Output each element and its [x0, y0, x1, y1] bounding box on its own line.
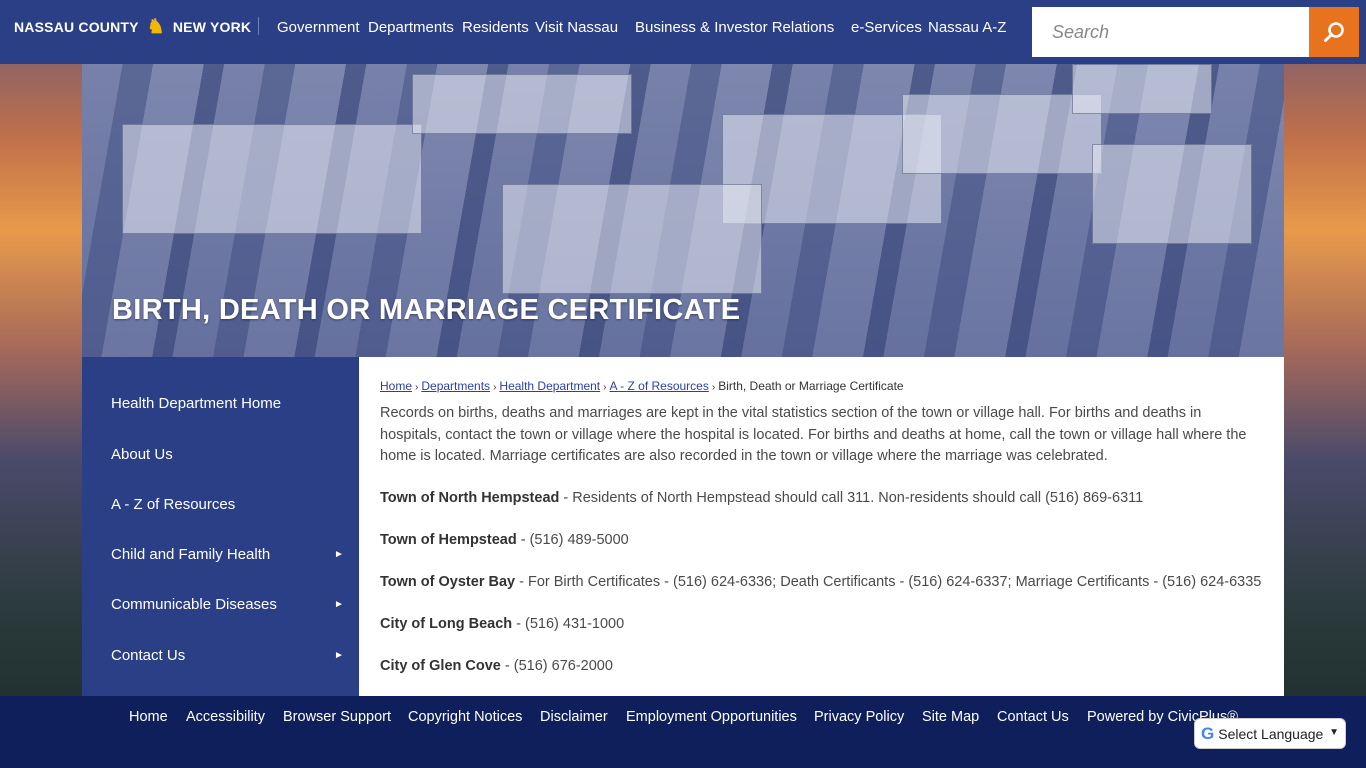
sidebar-item-communicable-diseases[interactable]: Communicable Diseases ►: [82, 579, 359, 629]
breadcrumb-separator: ›: [711, 382, 716, 393]
footer-link-home[interactable]: Home: [129, 709, 168, 725]
entry-name: Town of Oyster Bay: [380, 573, 516, 590]
google-g-icon: G: [1201, 723, 1215, 743]
submenu-arrow-icon[interactable]: ►: [334, 549, 344, 560]
language-select-label: Select Language: [1218, 725, 1324, 742]
top-navigation-bar: NASSAU COUNTY ♞ NEW YORK Government Depa…: [0, 0, 1366, 64]
hero-building: [1072, 64, 1212, 114]
chevron-down-icon: ▼: [1329, 727, 1339, 738]
hero-building: [412, 74, 632, 134]
footer: Home Accessibility Browser Support Copyr…: [0, 696, 1366, 768]
entry-name: City of Glen Cove: [380, 657, 501, 674]
breadcrumb-separator: ›: [603, 382, 607, 393]
lion-crest-icon: ♞: [146, 16, 165, 38]
entry-detail: - (516) 676-2000: [500, 657, 613, 674]
hero-building: [1092, 144, 1252, 244]
logo-text-right: NEW YORK: [172, 19, 252, 35]
logo-divider: [258, 17, 259, 35]
sidebar-item-label: Child and Family Health: [111, 545, 271, 563]
breadcrumb-separator: ›: [493, 382, 497, 393]
nav-nassau-a-z[interactable]: Nassau A-Z: [928, 19, 1006, 36]
search-button[interactable]: [1309, 7, 1359, 57]
footer-link-copyright-notices[interactable]: Copyright Notices: [408, 709, 522, 725]
sidebar-item-label: Health Department Home: [111, 394, 282, 412]
entry-name: City of Long Beach: [380, 615, 513, 632]
footer-link-employment-opportunities[interactable]: Employment Opportunities: [626, 709, 797, 725]
sidebar-item-label: About Us: [111, 445, 173, 463]
nav-government[interactable]: Government: [277, 19, 360, 36]
breadcrumb-health-department[interactable]: Health Department: [499, 379, 600, 393]
logo-text-left: NASSAU COUNTY: [14, 19, 139, 35]
nassau-county-logo[interactable]: NASSAU COUNTY ♞ NEW YORK: [14, 16, 259, 38]
sidebar-item-health-department-home[interactable]: Health Department Home: [82, 378, 359, 428]
nav-residents[interactable]: Residents: [462, 19, 529, 36]
entry-detail: - Residents of North Hempstead should ca…: [559, 489, 1144, 506]
breadcrumb-home[interactable]: Home: [380, 379, 412, 393]
footer-link-accessibility[interactable]: Accessibility: [186, 709, 265, 725]
footer-link-site-map[interactable]: Site Map: [922, 709, 979, 725]
sidebar-item-contact-us[interactable]: Contact Us ►: [82, 630, 359, 680]
breadcrumb-departments[interactable]: Departments: [421, 379, 490, 393]
footer-link-browser-support[interactable]: Browser Support: [283, 709, 391, 725]
entry-name: Town of North Hempstead: [380, 489, 560, 506]
entry-detail: - (516) 489-5000: [516, 531, 629, 548]
contact-entry: Town of North Hempstead - Residents of N…: [380, 488, 1263, 509]
language-select[interactable]: G Select Language ▼: [1194, 718, 1346, 749]
main-content: Home › Departments › Health Department › A - Z…: [359, 357, 1284, 696]
entry-name: Town of Hempstead: [380, 531, 517, 548]
footer-link-contact-us[interactable]: Contact Us: [997, 709, 1069, 725]
nav-departments[interactable]: Departments: [368, 19, 454, 36]
breadcrumb-separator: ›: [415, 382, 419, 393]
footer-link-privacy-policy[interactable]: Privacy Policy: [814, 709, 904, 725]
contact-entry: Town of Hempstead - (516) 489-5000: [380, 530, 1263, 551]
contact-entry: City of Long Beach - (516) 431-1000: [380, 614, 1263, 635]
sidebar-item-label: A - Z of Resources: [111, 495, 236, 513]
nav-business-investor-relations[interactable]: Business & Investor Relations: [635, 19, 834, 36]
breadcrumb-a-z-resources[interactable]: A - Z of Resources: [609, 379, 708, 393]
sidebar-item-about-us[interactable]: About Us: [82, 429, 359, 479]
submenu-arrow-icon[interactable]: ►: [334, 599, 344, 610]
sidebar-menu: Health Department Home About Us A - Z of…: [82, 357, 359, 696]
entry-detail: - (516) 431-1000: [512, 615, 625, 632]
hero-building: [502, 184, 762, 294]
page-title: BIRTH, DEATH OR MARRIAGE CERTIFICATE: [112, 294, 741, 326]
hero-building: [122, 124, 422, 234]
sidebar-item-label: Communicable Diseases: [111, 595, 277, 613]
contact-entry: Town of Oyster Bay - For Birth Certifica…: [380, 572, 1263, 593]
hero-banner: BIRTH, DEATH OR MARRIAGE CERTIFICATE: [82, 64, 1284, 357]
contact-entry: City of Glen Cove - (516) 676-2000: [380, 656, 1263, 677]
footer-link-disclaimer[interactable]: Disclaimer: [540, 709, 608, 725]
breadcrumb: Home › Departments › Health Department › A - Z…: [380, 379, 1263, 393]
nav-e-services[interactable]: e-Services: [851, 19, 922, 36]
breadcrumb-current: Birth, Death or Marriage Certificate: [718, 379, 904, 393]
intro-paragraph: Records on births, deaths and marriages …: [380, 405, 1247, 464]
submenu-arrow-icon[interactable]: ►: [334, 650, 344, 661]
sidebar-item-child-family-health[interactable]: Child and Family Health ►: [82, 529, 359, 579]
search-input[interactable]: [1032, 7, 1309, 57]
entry-detail: - For Birth Certificates - (516) 624-633…: [515, 573, 1262, 590]
sidebar-item-a-z-resources[interactable]: A - Z of Resources: [82, 479, 359, 529]
sidebar-item-label: Contact Us: [111, 646, 186, 664]
search-icon: [1324, 22, 1344, 42]
nav-visit-nassau[interactable]: Visit Nassau: [535, 19, 618, 36]
